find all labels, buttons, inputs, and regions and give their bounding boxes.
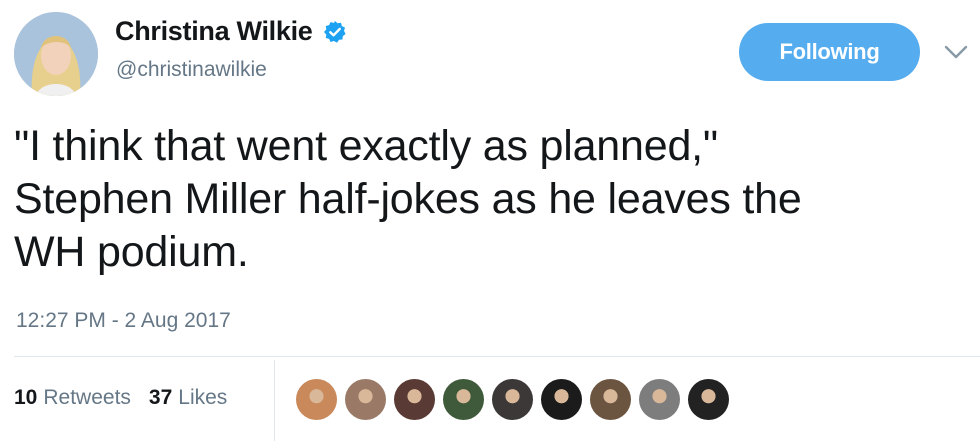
retweets-label: Retweets bbox=[43, 386, 131, 409]
liker-avatar[interactable] bbox=[688, 379, 729, 420]
retweets-count: 10 bbox=[14, 386, 38, 409]
retweets-stat[interactable]: 10 Retweets bbox=[14, 386, 131, 410]
tweet-line: "I think that went exactly as planned," bbox=[14, 122, 718, 170]
following-button[interactable]: Following bbox=[739, 23, 920, 81]
liker-avatar[interactable] bbox=[590, 379, 631, 420]
tweet-timestamp[interactable]: 12:27 PM - 2 Aug 2017 bbox=[16, 309, 231, 333]
likes-stat[interactable]: 37 Likes bbox=[149, 386, 227, 410]
liker-avatar[interactable] bbox=[394, 379, 435, 420]
liker-avatars bbox=[296, 379, 729, 420]
profile-avatar[interactable] bbox=[14, 12, 98, 96]
liker-avatar[interactable] bbox=[443, 379, 484, 420]
liker-avatar[interactable] bbox=[639, 379, 680, 420]
tweet-text: "I think that went exactly as planned," … bbox=[14, 120, 954, 279]
tweet-line: Stephen Miller half-jokes as he leaves t… bbox=[14, 175, 802, 223]
tweet-stats: 10 Retweets 37 Likes bbox=[14, 386, 227, 410]
avatar-image bbox=[14, 12, 98, 96]
tweet-line: WH podium. bbox=[14, 228, 249, 276]
liker-avatar[interactable] bbox=[296, 379, 337, 420]
user-handle[interactable]: @christinawilkie bbox=[116, 58, 267, 82]
liker-avatar[interactable] bbox=[541, 379, 582, 420]
likes-label: Likes bbox=[178, 386, 228, 409]
liker-avatar[interactable] bbox=[492, 379, 533, 420]
likes-count: 37 bbox=[148, 386, 173, 409]
stats-separator bbox=[274, 360, 275, 441]
verified-badge-icon bbox=[323, 20, 347, 44]
liker-avatar[interactable] bbox=[345, 379, 386, 420]
divider bbox=[14, 356, 980, 357]
user-name-row: Christina Wilkie bbox=[115, 16, 347, 47]
chevron-down-icon[interactable] bbox=[943, 42, 969, 62]
display-name[interactable]: Christina Wilkie bbox=[115, 16, 313, 47]
